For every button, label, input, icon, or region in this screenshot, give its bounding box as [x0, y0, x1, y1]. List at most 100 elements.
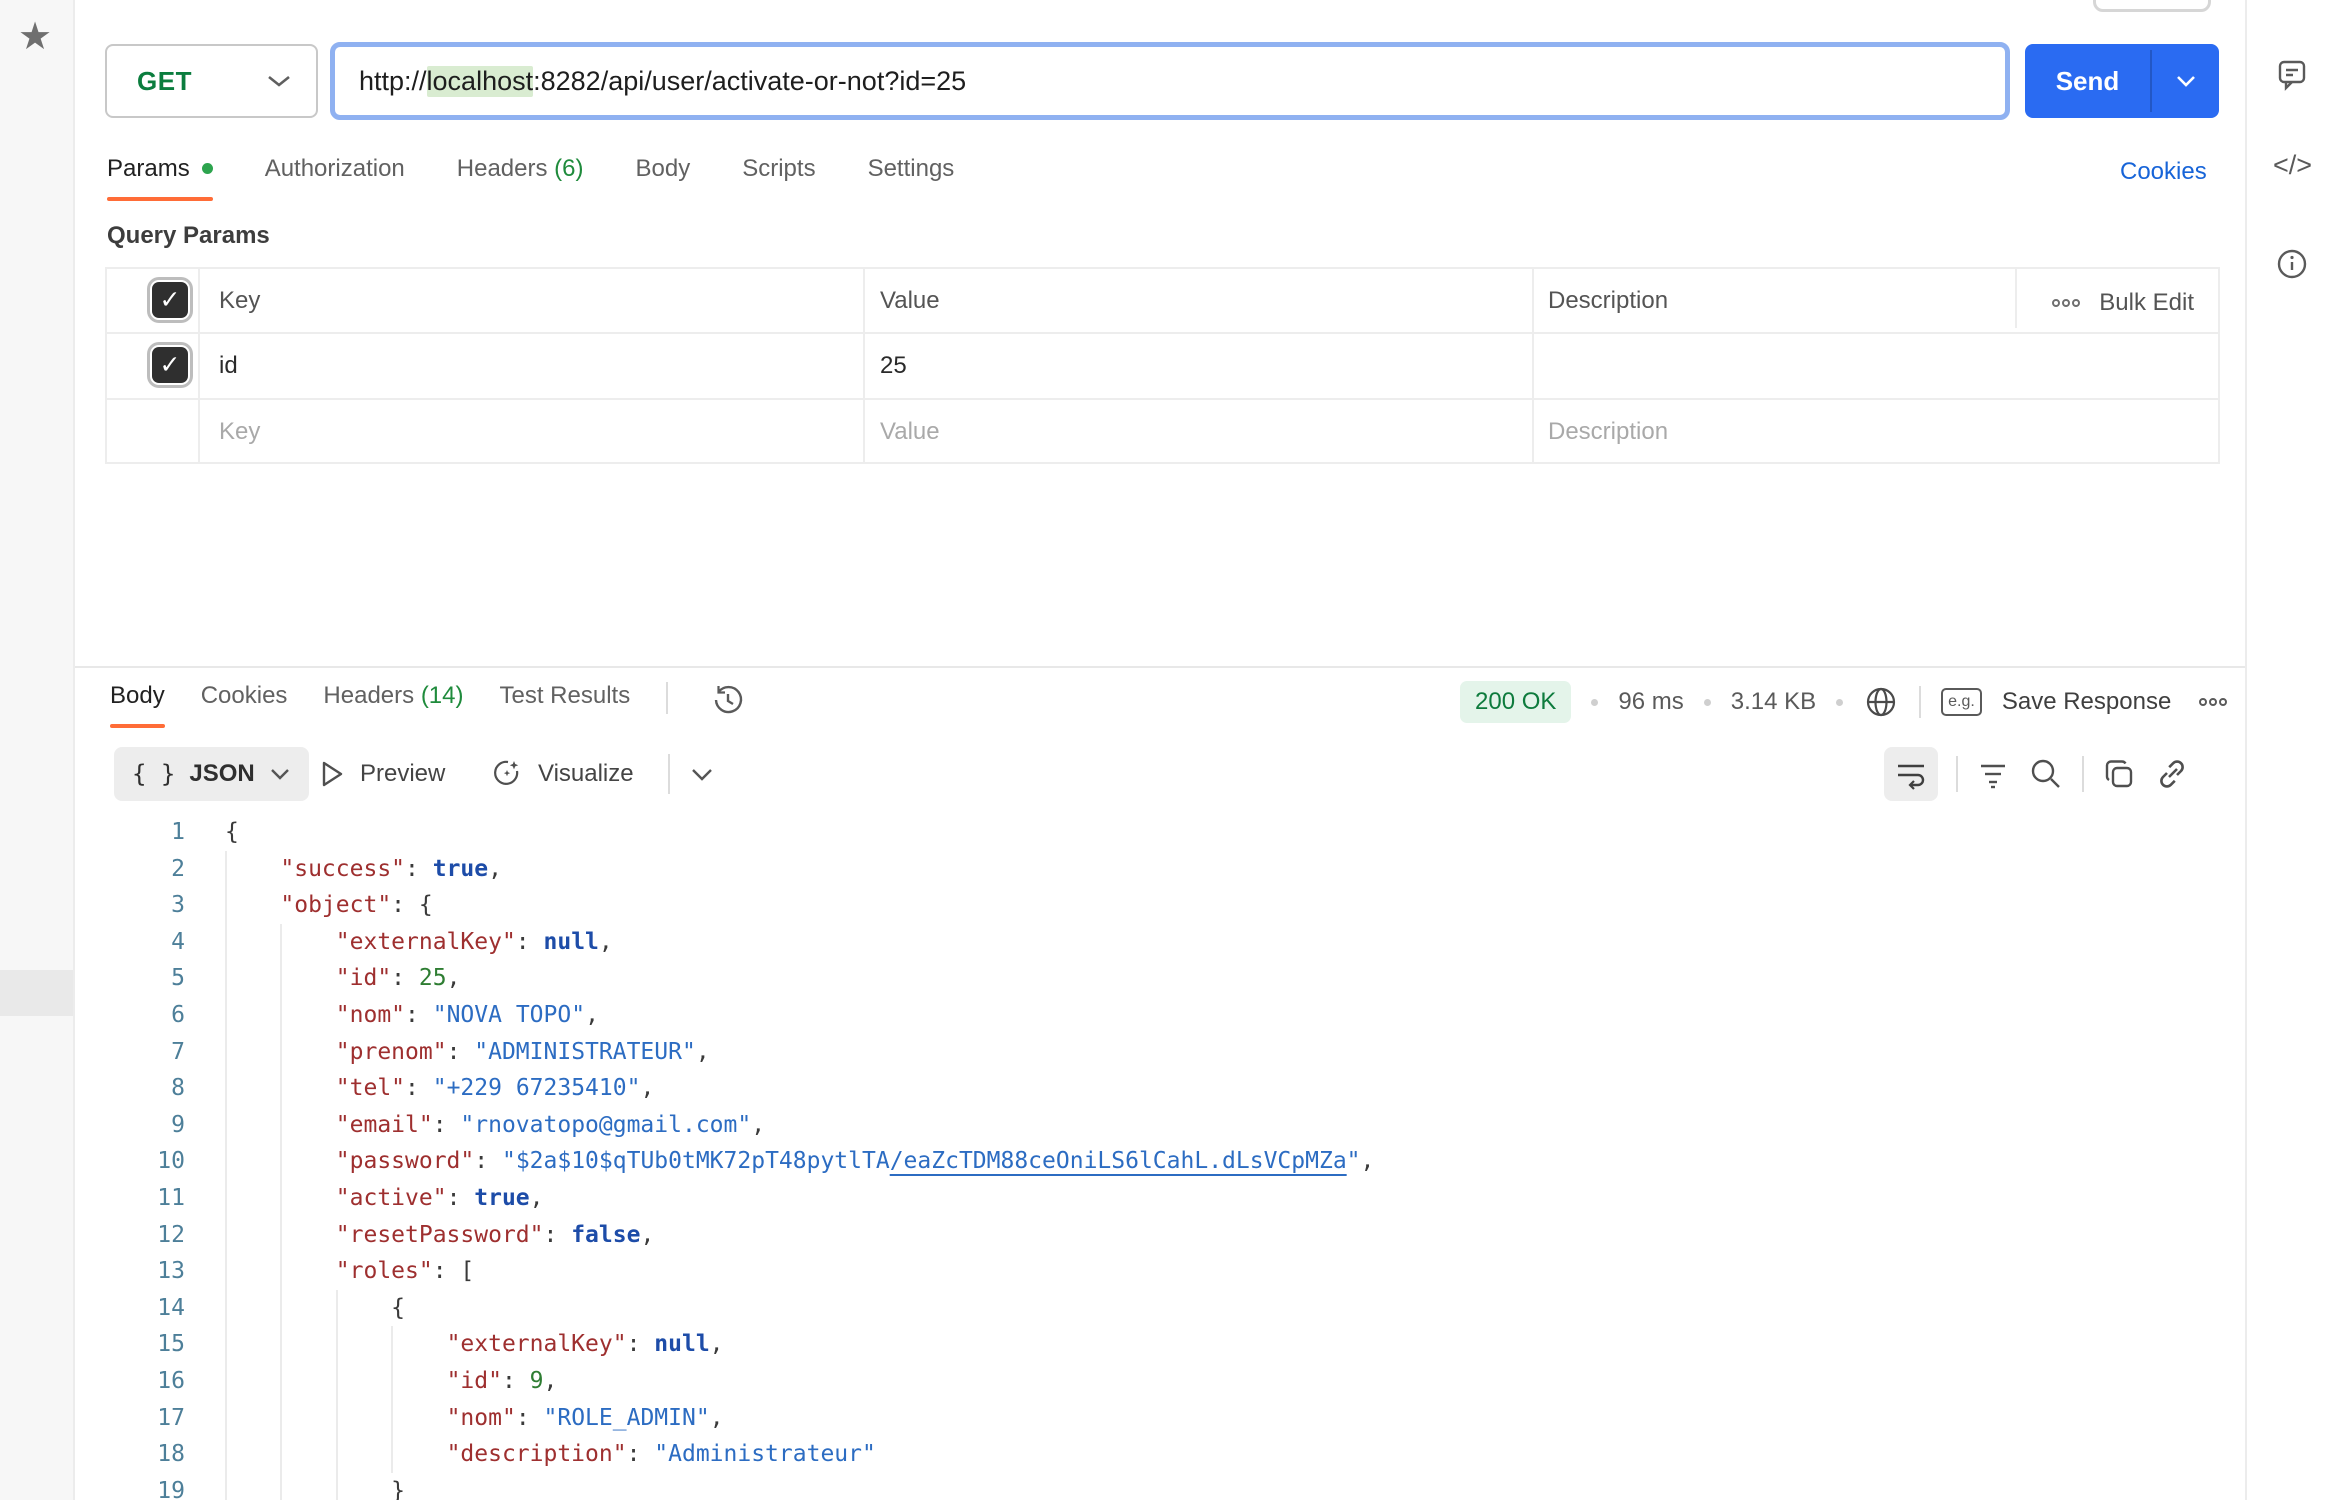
search-icon[interactable]	[2028, 756, 2064, 792]
response-more-actions-icon[interactable]	[2197, 697, 2229, 707]
response-size[interactable]: 3.14 KB	[1731, 688, 1816, 716]
code-token: true	[474, 1180, 529, 1217]
preview-button[interactable]: Preview	[318, 747, 445, 801]
response-body-code[interactable]: 1{2"success": true,3"object": {4"externa…	[75, 806, 2245, 1500]
code-token: ,	[1361, 1143, 1375, 1180]
line-number: 18	[75, 1436, 185, 1473]
indent-guide	[391, 1363, 446, 1400]
param-value-cell[interactable]: 25	[880, 352, 907, 380]
line-number: 7	[75, 1034, 185, 1071]
send-button-label[interactable]: Send	[2025, 44, 2150, 118]
visualize-button[interactable]: Visualize	[490, 747, 634, 801]
code-token: ,	[447, 960, 461, 997]
send-options-caret[interactable]	[2152, 44, 2219, 118]
table-col-divider	[863, 269, 865, 462]
code-token: :	[544, 1217, 572, 1254]
link-icon[interactable]	[2154, 756, 2190, 792]
code-token: "email"	[336, 1107, 433, 1144]
tab-params[interactable]: Params	[107, 155, 213, 201]
status-badge[interactable]: 200 OK	[1460, 681, 1571, 723]
code-token: :	[516, 1400, 544, 1437]
save-response-button[interactable]: Save Response	[2002, 688, 2171, 716]
viewer-more-caret[interactable]	[690, 747, 714, 801]
response-time[interactable]: 96 ms	[1618, 688, 1683, 716]
url-input[interactable]: http://localhost:8282/api/user/activate-…	[330, 42, 2010, 120]
line-number: 11	[75, 1180, 185, 1217]
code-line: 17"nom": "ROLE_ADMIN",	[75, 1400, 2245, 1437]
line-number: 14	[75, 1290, 185, 1327]
param-key-placeholder[interactable]: Key	[219, 418, 260, 446]
tab-scripts[interactable]: Scripts	[742, 155, 815, 201]
code-token: "externalKey"	[447, 1326, 627, 1363]
code-token: 25	[419, 960, 447, 997]
indent-guide	[280, 1436, 335, 1473]
tab-response-body[interactable]: Body	[110, 682, 165, 728]
indent-guide	[280, 1217, 335, 1254]
indent-guide	[280, 1290, 335, 1327]
tab-test-results[interactable]: Test Results	[500, 682, 631, 728]
param-row-checkbox[interactable]: ✓	[152, 347, 188, 383]
indent-guide	[280, 1326, 335, 1363]
param-key-cell[interactable]: id	[219, 352, 238, 380]
code-link-token[interactable]: /eaZcTDM88ceOniLS6lCahL.dLsVCpMZa	[890, 1143, 1347, 1180]
code-token: "nom"	[336, 997, 405, 1034]
network-globe-icon[interactable]	[1863, 684, 1899, 720]
param-value-placeholder[interactable]: Value	[880, 418, 940, 446]
line-number: 9	[75, 1107, 185, 1144]
code-token: "roles"	[336, 1253, 433, 1290]
code-token: :	[627, 1326, 655, 1363]
star-favorite-icon[interactable]: ★	[18, 14, 52, 59]
tab-settings[interactable]: Settings	[868, 155, 955, 201]
indent-guide	[391, 1326, 446, 1363]
code-token: {	[225, 814, 239, 851]
save-example-icon: e.g.	[1941, 688, 1982, 716]
info-icon[interactable]	[2273, 245, 2313, 285]
tab-body[interactable]: Body	[636, 155, 691, 201]
filter-icon[interactable]	[1976, 757, 2010, 791]
indent-guide	[336, 1363, 391, 1400]
code-line: 8"tel": "+229 67235410",	[75, 1070, 2245, 1107]
bulk-edit-button[interactable]: Bulk Edit	[2051, 289, 2194, 317]
indent-guide	[280, 1107, 335, 1144]
indent-guide	[336, 1326, 391, 1363]
code-token: ,	[544, 1363, 558, 1400]
chevron-down-icon	[266, 73, 292, 89]
param-description-placeholder[interactable]: Description	[1548, 418, 1668, 446]
format-select[interactable]: { } JSON	[114, 747, 309, 801]
tab-response-cookies[interactable]: Cookies	[201, 682, 288, 728]
top-partial-button[interactable]	[2093, 0, 2211, 12]
code-token: {	[419, 887, 433, 924]
chevron-down-icon	[2175, 74, 2197, 88]
cookies-link[interactable]: Cookies	[2120, 158, 2207, 186]
select-all-checkbox[interactable]: ✓	[152, 282, 188, 318]
line-number: 3	[75, 887, 185, 924]
wrap-text-button[interactable]	[1884, 747, 1938, 801]
code-token: null	[544, 924, 599, 961]
code-token: :	[627, 1436, 655, 1473]
query-params-table: ✓ Key Value Description Bulk Edit ✓ id 2…	[105, 267, 2220, 464]
code-line: 3"object": {	[75, 887, 2245, 924]
code-token: "rnovatopo@gmail.com"	[460, 1107, 751, 1144]
response-headers-count: (14)	[421, 682, 464, 709]
params-active-dot	[202, 163, 213, 174]
tab-authorization[interactable]: Authorization	[265, 155, 405, 201]
comments-icon[interactable]	[2273, 55, 2313, 95]
history-icon[interactable]	[708, 680, 748, 720]
code-token: ,	[640, 1217, 654, 1254]
status-divider	[1919, 686, 1921, 718]
tab-headers[interactable]: Headers (6)	[457, 155, 584, 201]
copy-icon[interactable]	[2102, 757, 2136, 791]
code-snippet-icon[interactable]: </>	[2273, 150, 2313, 190]
code-token: "id"	[336, 960, 391, 997]
method-select[interactable]: GET	[105, 44, 318, 118]
indent-guide	[225, 1253, 280, 1290]
code-token: ,	[599, 924, 613, 961]
tabs-divider	[666, 682, 668, 714]
indent-guide	[225, 924, 280, 961]
method-label: GET	[137, 66, 192, 97]
indent-guide	[225, 1107, 280, 1144]
indent-guide	[280, 924, 335, 961]
tab-response-headers[interactable]: Headers (14)	[323, 682, 463, 728]
send-button[interactable]: Send	[2025, 44, 2219, 118]
indent-guide	[336, 1436, 391, 1473]
